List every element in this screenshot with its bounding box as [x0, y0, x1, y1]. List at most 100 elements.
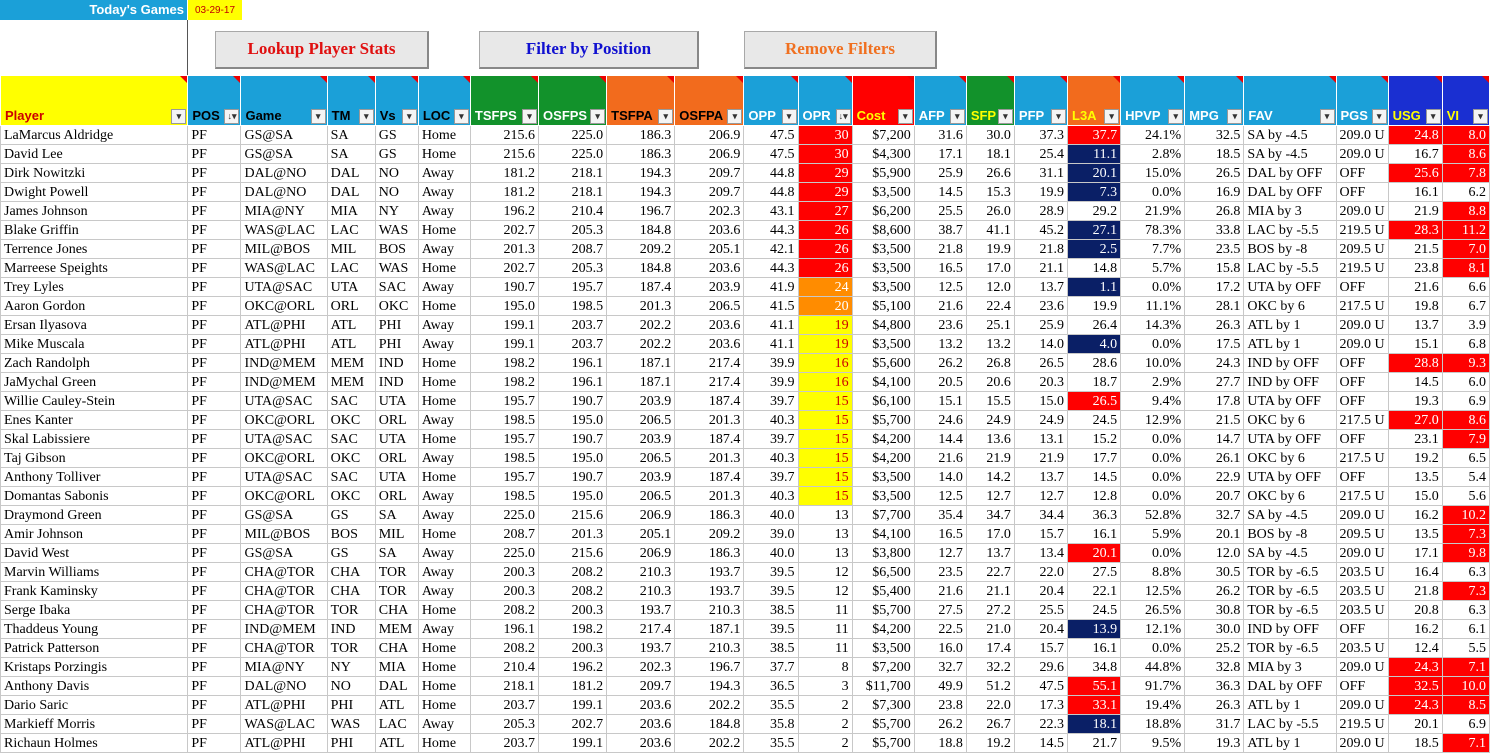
cell-pos[interactable]: PF: [187, 657, 242, 677]
cell-sfp[interactable]: 17.4: [965, 638, 1015, 658]
cell-osfps[interactable]: 218.1: [538, 182, 608, 202]
cell-tsfpa[interactable]: 210.3: [606, 562, 676, 582]
cell-opr[interactable]: 26: [797, 258, 853, 278]
cell-vs[interactable]: IND: [374, 353, 419, 373]
cell-osfps[interactable]: 201.3: [538, 524, 608, 544]
filter-dropdown-icon[interactable]: ▾: [171, 109, 187, 124]
cell-pos[interactable]: PF: [187, 486, 242, 506]
cell-player[interactable]: Marvin Williams: [0, 562, 189, 582]
cell-opp[interactable]: 44.8: [743, 163, 799, 183]
cell-pfp[interactable]: 25.5: [1013, 600, 1069, 620]
cell-vs[interactable]: PHI: [374, 334, 419, 354]
cell-usg[interactable]: 15.1: [1387, 334, 1443, 354]
cell-cost[interactable]: $3,500: [851, 258, 915, 278]
cell-vi[interactable]: 7.9: [1441, 429, 1490, 449]
cell-loc[interactable]: Away: [417, 562, 471, 582]
cell-hpvp[interactable]: 10.0%: [1120, 353, 1186, 373]
cell-l3a[interactable]: 37.7: [1066, 125, 1122, 145]
cell-game[interactable]: IND@MEM: [240, 619, 328, 639]
cell-pgs[interactable]: 209.0 U: [1335, 315, 1389, 335]
cell-pfp[interactable]: 20.3: [1013, 372, 1069, 392]
cell-pfp[interactable]: 15.7: [1013, 524, 1069, 544]
cell-usg[interactable]: 13.7: [1387, 315, 1443, 335]
cell-l3a[interactable]: 21.7: [1066, 733, 1122, 753]
cell-vi[interactable]: 9.3: [1441, 353, 1490, 373]
cell-player[interactable]: Taj Gibson: [0, 448, 189, 468]
cell-usg[interactable]: 28.8: [1387, 353, 1443, 373]
cell-l3a[interactable]: 20.1: [1066, 543, 1122, 563]
cell-pgs[interactable]: 209.5 U: [1335, 239, 1389, 259]
table-row[interactable]: Amir Johnson PF MIL@BOS BOS MIL Home 208.7 201.…: [0, 524, 1490, 544]
cell-osfps[interactable]: 215.6: [538, 543, 608, 563]
cell-sfp[interactable]: 12.0: [965, 277, 1015, 297]
cell-l3a[interactable]: 20.1: [1066, 163, 1122, 183]
cell-hpvp[interactable]: 9.4%: [1120, 391, 1186, 411]
cell-l3a[interactable]: 27.1: [1066, 220, 1122, 240]
cell-sfp[interactable]: 26.6: [965, 163, 1015, 183]
cell-opr[interactable]: 11: [797, 619, 853, 639]
cell-osfps[interactable]: 190.7: [538, 429, 608, 449]
cell-l3a[interactable]: 29.2: [1066, 201, 1122, 221]
cell-game[interactable]: GS@SA: [240, 125, 328, 145]
cell-pgs[interactable]: 209.0 U: [1335, 543, 1389, 563]
table-row[interactable]: James Johnson PF MIA@NY MIA NY Away 196.2 210.4…: [0, 201, 1490, 221]
cell-usg[interactable]: 20.1: [1387, 714, 1443, 734]
cell-pgs[interactable]: 217.5 U: [1335, 410, 1389, 430]
cell-osfpa[interactable]: 210.3: [674, 600, 745, 620]
cell-tsfpa[interactable]: 203.6: [606, 695, 676, 715]
cell-player[interactable]: Thaddeus Young: [0, 619, 189, 639]
cell-opr[interactable]: 15: [797, 391, 853, 411]
cell-tsfpa[interactable]: 203.6: [606, 733, 676, 753]
filter-dropdown-icon[interactable]: ▾: [1168, 109, 1184, 124]
cell-tsfps[interactable]: 181.2: [469, 182, 540, 202]
cell-mpg[interactable]: 26.8: [1184, 201, 1245, 221]
cell-pgs[interactable]: 219.5 U: [1335, 258, 1389, 278]
filter-dropdown-icon[interactable]: ▾: [997, 109, 1013, 124]
table-row[interactable]: Aaron Gordon PF OKC@ORL ORL OKC Home 195.0 198.…: [0, 296, 1490, 316]
cell-afp[interactable]: 26.2: [913, 353, 967, 373]
cell-sfp[interactable]: 32.2: [965, 657, 1015, 677]
cell-afp[interactable]: 12.5: [913, 277, 967, 297]
cell-player[interactable]: Domantas Sabonis: [0, 486, 189, 506]
cell-osfpa[interactable]: 203.9: [674, 277, 745, 297]
cell-usg[interactable]: 19.3: [1387, 391, 1443, 411]
cell-pfp[interactable]: 20.4: [1013, 619, 1069, 639]
cell-pfp[interactable]: 15.0: [1013, 391, 1069, 411]
cell-game[interactable]: UTA@SAC: [240, 277, 328, 297]
cell-tsfpa[interactable]: 202.3: [606, 657, 676, 677]
cell-tm[interactable]: SA: [326, 125, 376, 145]
cell-tm[interactable]: SA: [326, 144, 376, 164]
cell-mpg[interactable]: 26.3: [1184, 695, 1245, 715]
cell-tsfps[interactable]: 200.3: [469, 581, 540, 601]
cell-l3a[interactable]: 17.7: [1066, 448, 1122, 468]
cell-l3a[interactable]: 55.1: [1066, 676, 1122, 696]
cell-sfp[interactable]: 26.0: [965, 201, 1015, 221]
cell-afp[interactable]: 12.5: [913, 486, 967, 506]
cell-opp[interactable]: 35.5: [743, 695, 799, 715]
cell-tsfps[interactable]: 201.3: [469, 239, 540, 259]
cell-pgs[interactable]: 209.0 U: [1335, 733, 1389, 753]
cell-vs[interactable]: GS: [374, 125, 419, 145]
cell-usg[interactable]: 16.2: [1387, 619, 1443, 639]
cell-afp[interactable]: 13.2: [913, 334, 967, 354]
cell-vs[interactable]: UTA: [374, 429, 419, 449]
cell-pos[interactable]: PF: [187, 505, 242, 525]
cell-tsfpa[interactable]: 184.8: [606, 258, 676, 278]
cell-fav[interactable]: SA by -4.5: [1243, 144, 1337, 164]
cell-l3a[interactable]: 28.6: [1066, 353, 1122, 373]
table-row[interactable]: Serge Ibaka PF CHA@TOR TOR CHA Home 208.2 200.3…: [0, 600, 1490, 620]
cell-afp[interactable]: 26.2: [913, 714, 967, 734]
cell-vs[interactable]: TOR: [374, 581, 419, 601]
cell-vs[interactable]: UTA: [374, 467, 419, 487]
cell-opr[interactable]: 24: [797, 277, 853, 297]
cell-hpvp[interactable]: 8.8%: [1120, 562, 1186, 582]
cell-pos[interactable]: PF: [187, 353, 242, 373]
cell-osfpa[interactable]: 202.3: [674, 201, 745, 221]
cell-vs[interactable]: SAC: [374, 277, 419, 297]
cell-usg[interactable]: 16.4: [1387, 562, 1443, 582]
cell-tm[interactable]: SAC: [326, 467, 376, 487]
cell-l3a[interactable]: 4.0: [1066, 334, 1122, 354]
cell-sfp[interactable]: 24.9: [965, 410, 1015, 430]
cell-opp[interactable]: 39.7: [743, 429, 799, 449]
cell-vi[interactable]: 8.6: [1441, 410, 1490, 430]
